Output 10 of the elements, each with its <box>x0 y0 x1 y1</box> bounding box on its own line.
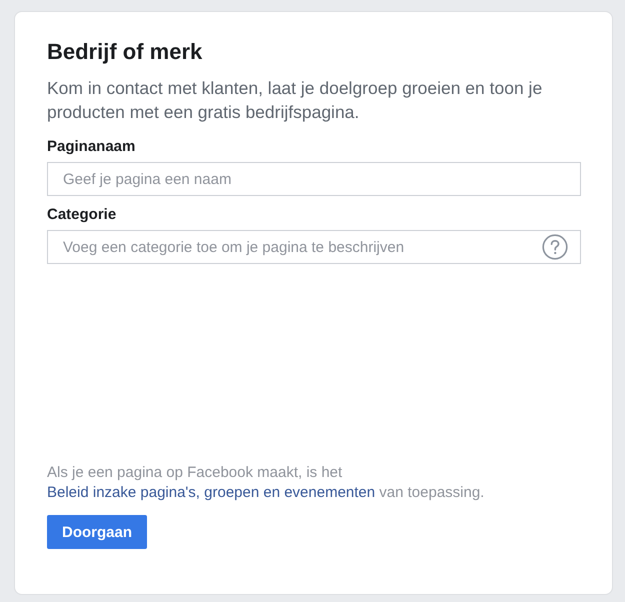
field-label: Categorie <box>47 206 118 224</box>
help-icon[interactable] <box>542 234 568 260</box>
description-text: Kom in contact met klanten, laat je doelgroep groeien en toon je producten met een gratis bedrijfspagina. <box>47 77 544 124</box>
input-field[interactable]: Geef je pagina een naam <box>47 162 581 196</box>
notice-text: Als je een pagina op Facebook maakt, is het Beleid inzake pagina's, groepen en evenementen van toepassing. <box>47 463 486 503</box>
policy-link[interactable]: Beleid inzake pagina's, groepen en evenementen <box>47 484 376 501</box>
card-title: Bedrijf of merk <box>47 39 204 65</box>
field-label: Paginanaam <box>47 138 136 156</box>
continue-button[interactable]: Doorgaan <box>47 515 147 549</box>
input-field[interactable]: Voeg een categorie toe om je pagina te beschrijven <box>47 230 581 264</box>
